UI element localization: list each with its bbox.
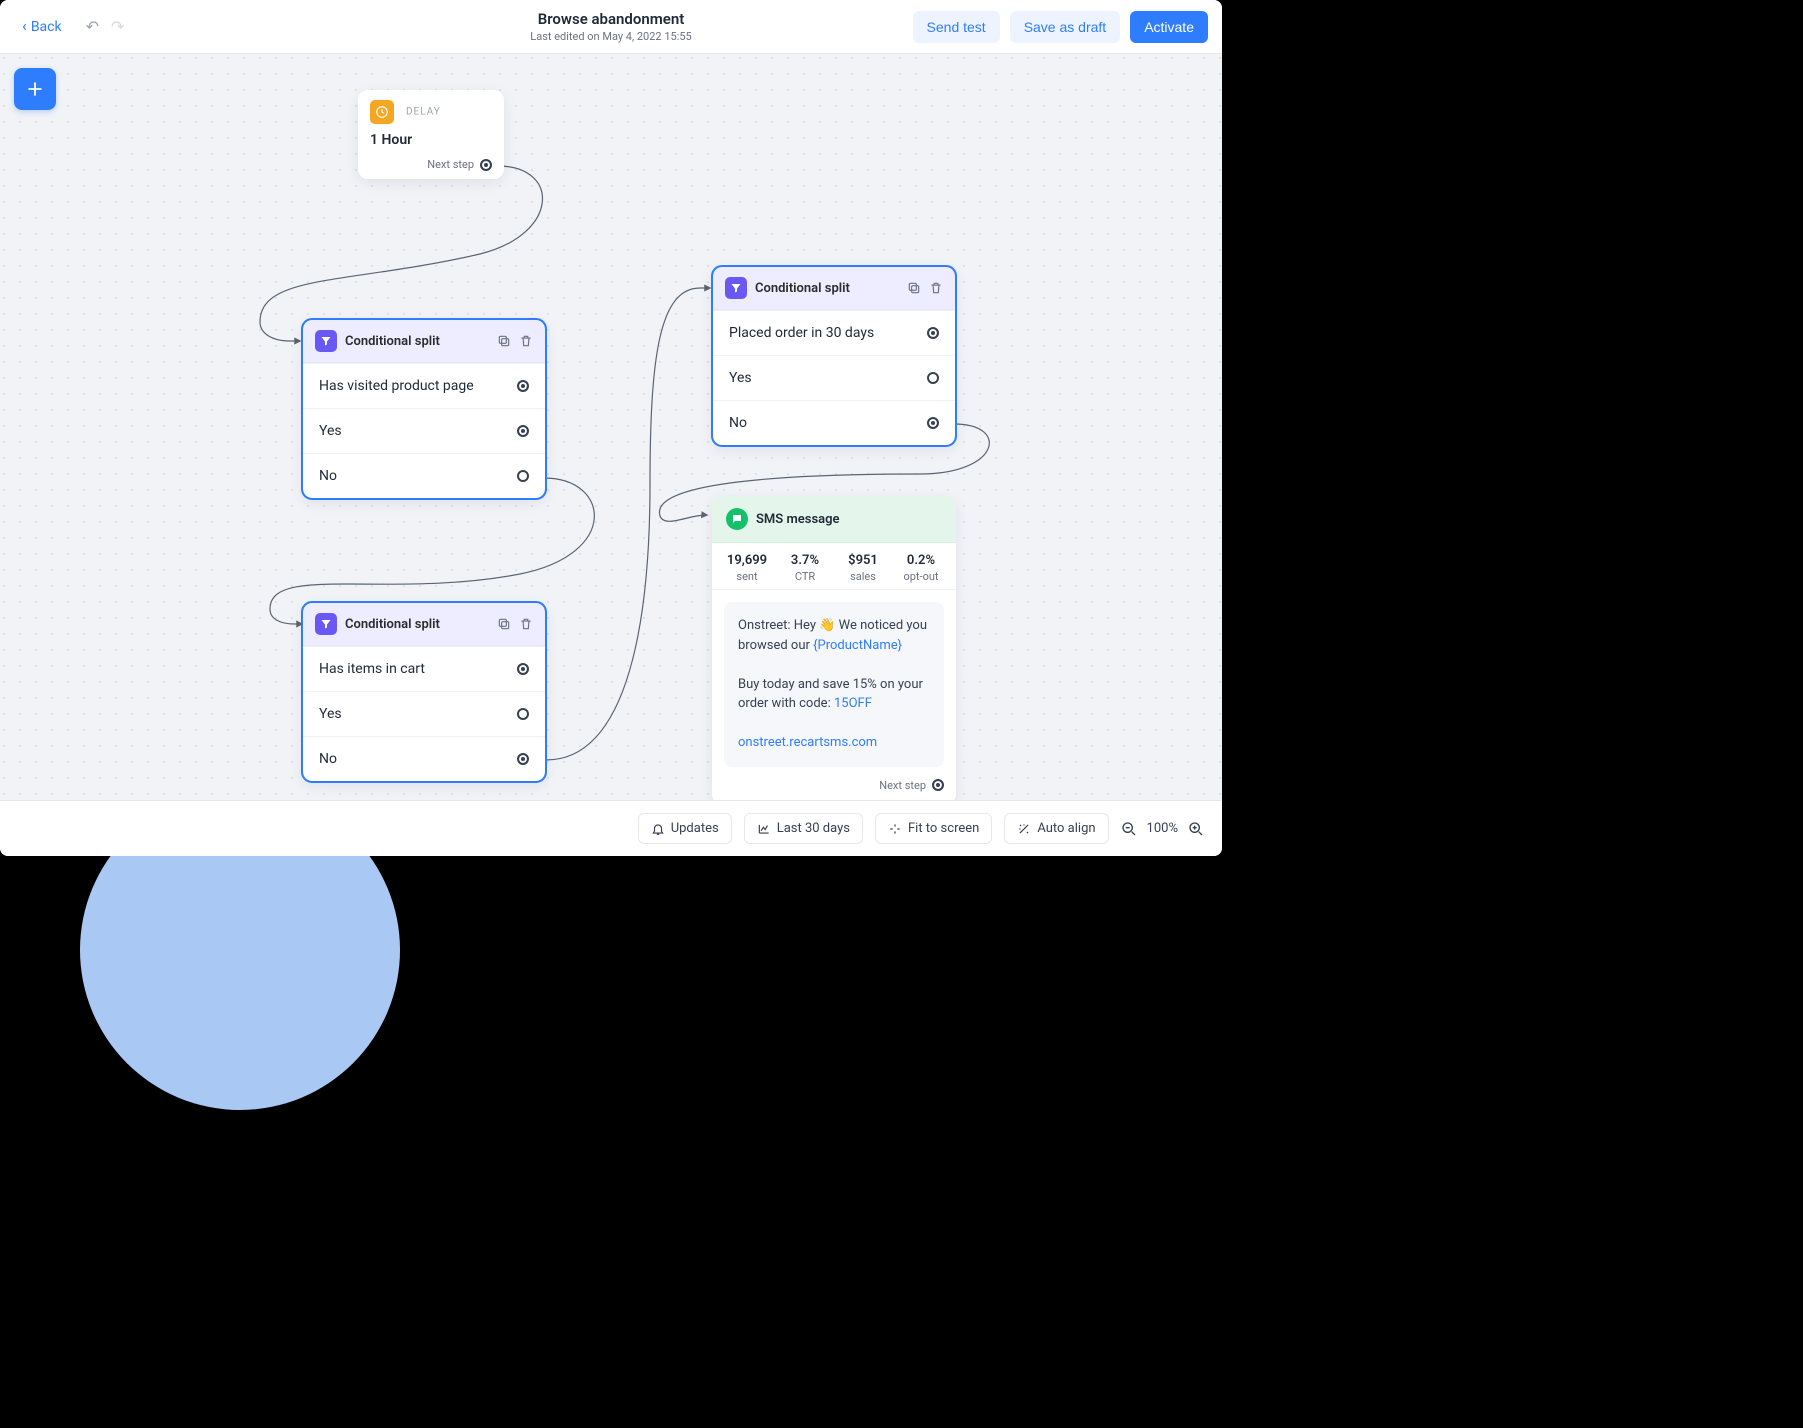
funnel-icon [725,277,747,299]
updates-button[interactable]: Updates [638,813,732,844]
duplicate-icon[interactable] [497,334,511,348]
option-label: No [319,468,337,484]
expand-icon [888,822,902,836]
tracking-link: onstreet.recartsms.com [738,735,877,750]
undo-button[interactable]: ↶ [86,17,99,36]
conditional-node-items-in-cart[interactable]: Conditional split Has items in cart Yes [302,602,546,782]
condition-question-row[interactable]: Placed order in 30 days [713,310,955,355]
condition-no-row[interactable]: No [303,453,545,498]
auto-align-button[interactable]: Auto align [1004,813,1108,844]
stat-sent: 19,699 sent [718,553,776,583]
condition-question: Has visited product page [319,378,474,394]
connector-handle[interactable] [927,417,939,429]
condition-question: Placed order in 30 days [729,325,874,341]
chat-icon [726,508,748,530]
node-title: Conditional split [755,281,899,296]
connector-handle[interactable] [517,708,529,720]
message-preview: Onstreet: Hey 👋 We noticed you browsed o… [724,602,944,767]
delay-type-label: DELAY [406,107,441,118]
add-node-button[interactable] [14,68,56,110]
option-label: No [729,415,747,431]
duplicate-icon[interactable] [497,617,511,631]
connector-handle[interactable] [517,753,529,765]
zoom-level: 100% [1147,821,1178,836]
stat-ctr: 3.7% CTR [776,553,834,583]
conditional-node-placed-order[interactable]: Conditional split Placed order in 30 day… [712,266,956,446]
option-label: Yes [319,423,342,439]
stat-optout: 0.2% opt-out [892,553,950,583]
activate-button[interactable]: Activate [1130,11,1208,43]
condition-question: Has items in cart [319,661,425,677]
node-title: SMS message [756,512,840,527]
delay-value: 1 Hour [370,132,492,148]
bell-icon [651,822,665,836]
clock-icon [370,100,394,124]
workflow-canvas[interactable]: DELAY 1 Hour Next step Conditional split [0,54,1222,800]
back-label: Back [31,19,62,35]
promo-code: 15OFF [834,696,872,711]
chart-icon [757,822,771,836]
delay-node[interactable]: DELAY 1 Hour Next step [358,90,504,179]
node-title: Conditional split [345,617,489,632]
stats-row: 19,699 sent 3.7% CTR $951 sales 0.2% opt… [712,543,956,590]
duplicate-icon[interactable] [907,281,921,295]
fit-screen-button[interactable]: Fit to screen [875,813,992,844]
redo-button[interactable]: ↷ [111,17,124,36]
wave-emoji: 👋 [819,618,835,633]
zoom-in-button[interactable] [1188,821,1204,837]
plus-icon [25,79,45,99]
node-header: Conditional split [303,320,545,363]
app-window: ‹ Back ↶ ↷ Browse abandonment Last edite… [0,0,1222,856]
connector-handle[interactable] [517,380,529,392]
delete-icon[interactable] [519,617,533,631]
connector-handle[interactable] [517,425,529,437]
condition-question-row[interactable]: Has visited product page [303,363,545,408]
option-label: No [319,751,337,767]
date-range-button[interactable]: Last 30 days [744,813,863,844]
node-header: Conditional split [713,267,955,310]
condition-no-row[interactable]: No [713,400,955,445]
delete-icon[interactable] [519,334,533,348]
chevron-left-icon: ‹ [22,18,27,34]
send-test-button[interactable]: Send test [913,11,1000,43]
page-subtitle: Last edited on May 4, 2022 15:55 [530,30,691,43]
connector-handle[interactable] [517,663,529,675]
conditional-node-visited-product[interactable]: Conditional split Has visited product pa… [302,319,546,499]
next-step-label: Next step [427,158,474,171]
condition-yes-row[interactable]: Yes [303,691,545,736]
node-title: Conditional split [345,334,489,349]
condition-no-row[interactable]: No [303,736,545,781]
connector-handle[interactable] [932,779,944,791]
connector-handle[interactable] [480,159,492,171]
zoom-control: 100% [1121,821,1204,837]
option-label: Yes [319,706,342,722]
node-header: SMS message [712,496,956,543]
connector-lines [0,54,1222,800]
node-header: Conditional split [303,603,545,646]
page-title: Browse abandonment [530,10,691,28]
zoom-out-button[interactable] [1121,821,1137,837]
sms-message-node[interactable]: SMS message 19,699 sent 3.7% CTR $951 sa… [712,496,956,800]
wand-icon [1017,822,1031,836]
connector-handle[interactable] [927,327,939,339]
condition-yes-row[interactable]: Yes [303,408,545,453]
merge-tag: {ProductName} [813,638,902,653]
condition-question-row[interactable]: Has items in cart [303,646,545,691]
delete-icon[interactable] [929,281,943,295]
header-bar: ‹ Back ↶ ↷ Browse abandonment Last edite… [0,0,1222,54]
bottom-toolbar: Updates Last 30 days Fit to screen Auto … [0,800,1222,856]
option-label: Yes [729,370,752,386]
connector-handle[interactable] [517,470,529,482]
save-draft-button[interactable]: Save as draft [1010,11,1121,43]
next-step-label: Next step [879,779,926,792]
stat-sales: $951 sales [834,553,892,583]
condition-yes-row[interactable]: Yes [713,355,955,400]
funnel-icon [315,330,337,352]
connector-handle[interactable] [927,372,939,384]
back-button[interactable]: ‹ Back [14,13,70,41]
funnel-icon [315,613,337,635]
